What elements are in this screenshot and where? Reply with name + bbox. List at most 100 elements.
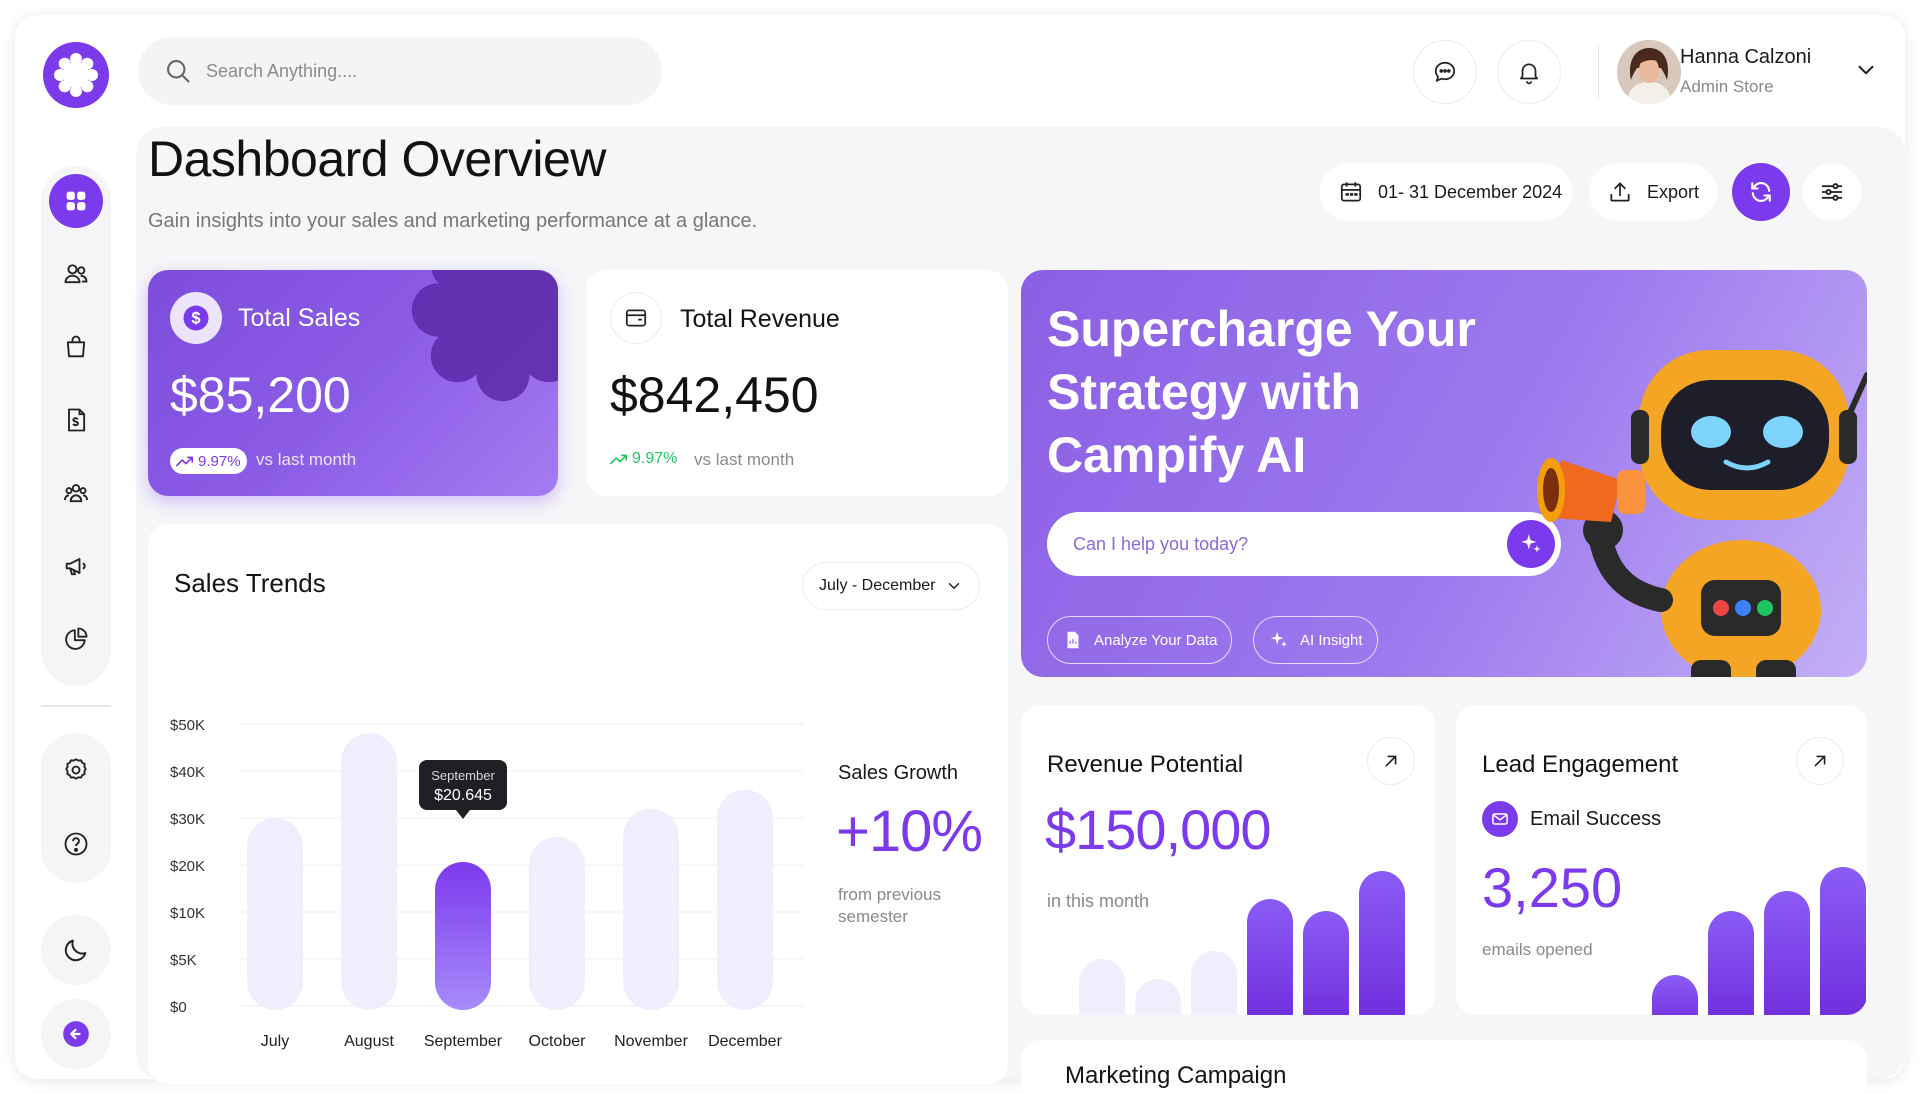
sales-growth-label: Sales Growth: [838, 762, 959, 784]
sidebar-bottom-nav: [41, 733, 111, 883]
refresh-button[interactable]: [1732, 163, 1790, 221]
ai-insight-chip[interactable]: AI Insight: [1253, 616, 1378, 664]
page-title: Dashboard Overview: [148, 131, 606, 187]
settings-icon: [65, 758, 87, 780]
bar-november[interactable]: [623, 808, 679, 1010]
y-tick-label: $40K: [170, 764, 205, 781]
page-subtitle: Gain insights into your sales and market…: [148, 210, 758, 232]
logo-icon[interactable]: [41, 40, 111, 110]
export-label: Export: [1647, 181, 1700, 202]
lead-engagement-title: Lead Engagement: [1482, 751, 1679, 778]
total-sales-card[interactable]: $ Total Sales $85,200 9.97% vs last mont…: [148, 270, 558, 496]
marketing-campaign-title: Marketing Campaign: [1065, 1062, 1287, 1089]
ai-prompt-input[interactable]: [1073, 533, 1473, 555]
bar-october[interactable]: [529, 836, 585, 1010]
search-icon: [167, 60, 190, 83]
collapse-sidebar-button[interactable]: [41, 999, 111, 1069]
megaphone-icon: [65, 558, 86, 576]
pot-bar: [1079, 959, 1125, 1015]
sales-trends-title: Sales Trends: [174, 568, 326, 598]
user-role: Admin Store: [1680, 77, 1774, 96]
sales-growth-note: from previous semester: [838, 885, 941, 926]
analyze-data-label: Analyze Your Data: [1094, 631, 1218, 649]
y-tick-label: $50K: [170, 717, 205, 734]
chart-pie-icon: [65, 627, 88, 650]
lead-bar: [1764, 891, 1810, 1015]
sidebar-item-invoices[interactable]: [49, 393, 103, 447]
y-tick-label: $30K: [170, 811, 205, 828]
svg-text:$: $: [191, 310, 200, 328]
upload-icon: [1610, 182, 1630, 202]
revenue-potential-card[interactable]: Revenue Potential $150,000 in this month: [1021, 705, 1435, 1015]
ai-insight-label: AI Insight: [1300, 631, 1363, 649]
marketing-campaign-card[interactable]: Marketing Campaign: [1021, 1040, 1867, 1094]
lead-bar: [1652, 975, 1698, 1015]
revenue-potential-open-button[interactable]: [1367, 737, 1415, 785]
bar-december[interactable]: [717, 789, 773, 1010]
sidebar-item-campaigns[interactable]: [49, 539, 103, 593]
x-tick-label: September: [424, 1033, 503, 1050]
total-revenue-value: $842,450: [610, 367, 819, 423]
filter-button[interactable]: [1803, 163, 1861, 221]
x-tick-label: November: [614, 1033, 688, 1050]
refresh-icon: [1751, 182, 1771, 202]
pot-bar: [1135, 979, 1181, 1015]
notifications-button[interactable]: [1497, 40, 1561, 104]
total-revenue-label: Total Revenue: [680, 305, 840, 333]
sidebar-item-help[interactable]: [49, 817, 103, 871]
total-revenue-card[interactable]: Total Revenue $842,450 9.97% vs last mon…: [586, 270, 1008, 496]
ai-prompt-bar[interactable]: [1047, 512, 1561, 576]
sidebar-item-team[interactable]: [49, 466, 103, 520]
search-bar[interactable]: [138, 37, 662, 105]
x-tick-label: December: [708, 1033, 782, 1050]
lead-engagement-card[interactable]: Lead Engagement Email Success 3,250 emai…: [1456, 705, 1867, 1015]
ai-banner-title: Supercharge Your Strategy with Campify A…: [1047, 301, 1476, 483]
bar-july[interactable]: [247, 818, 303, 1010]
total-revenue-vs-label: vs last month: [694, 450, 795, 469]
lead-bar: [1820, 867, 1866, 1015]
chevron-down-icon[interactable]: [1853, 57, 1879, 83]
email-success-badge: Email Success: [1482, 801, 1661, 837]
trend-up-icon: [176, 456, 194, 467]
lead-engagement-open-button[interactable]: [1796, 737, 1844, 785]
theme-toggle-button[interactable]: [41, 915, 111, 985]
lead-engagement-value: 3,250: [1482, 856, 1623, 919]
pot-bar: [1247, 899, 1293, 1015]
sidebar-item-settings[interactable]: [49, 743, 103, 797]
total-sales-label: Total Sales: [238, 304, 361, 332]
analyze-data-chip[interactable]: Analyze Your Data: [1047, 616, 1233, 664]
export-button[interactable]: Export: [1589, 163, 1717, 221]
trend-up-icon: [610, 454, 628, 465]
avatar-portrait-icon: [1617, 40, 1681, 104]
header-divider: [1598, 45, 1599, 99]
sales-trends-card: $0 $5K $10K $20K $30K $40K $50K July August Septe…: [148, 524, 1008, 1084]
y-tick-label: $10K: [170, 905, 205, 922]
tooltip-month: September: [431, 768, 495, 783]
total-sales-value: $85,200: [170, 367, 351, 423]
dollar-coin-icon: $: [170, 292, 222, 344]
users-icon: [64, 264, 88, 284]
search-input[interactable]: [206, 60, 606, 82]
sidebar-item-reports[interactable]: [49, 612, 103, 666]
total-sales-change: 9.97%: [198, 452, 241, 470]
sidebar-divider: [41, 705, 111, 707]
date-range-picker[interactable]: 01- 31 December 2024: [1320, 163, 1572, 221]
x-tick-label: October: [529, 1033, 587, 1050]
total-revenue-change: 9.97%: [632, 450, 678, 467]
y-tick-label: $0: [170, 999, 187, 1016]
chat-icon: [1434, 61, 1456, 83]
user-name: Hanna Calzoni: [1680, 46, 1812, 68]
bar-september[interactable]: [435, 861, 491, 1010]
tooltip-value: $20.645: [434, 787, 492, 804]
sidebar-item-users[interactable]: [49, 247, 103, 301]
invoice-icon: [68, 408, 86, 432]
bar-august[interactable]: [341, 733, 397, 1010]
revenue-potential-note: in this month: [1047, 891, 1150, 911]
messages-button[interactable]: [1413, 40, 1477, 104]
period-dropdown[interactable]: July - December: [802, 562, 980, 610]
team-icon: [63, 484, 89, 503]
sidebar-item-dashboard[interactable]: [49, 174, 103, 228]
avatar[interactable]: [1617, 40, 1681, 104]
decorative-blob-icon: [411, 270, 558, 402]
sidebar-item-products[interactable]: [49, 320, 103, 374]
